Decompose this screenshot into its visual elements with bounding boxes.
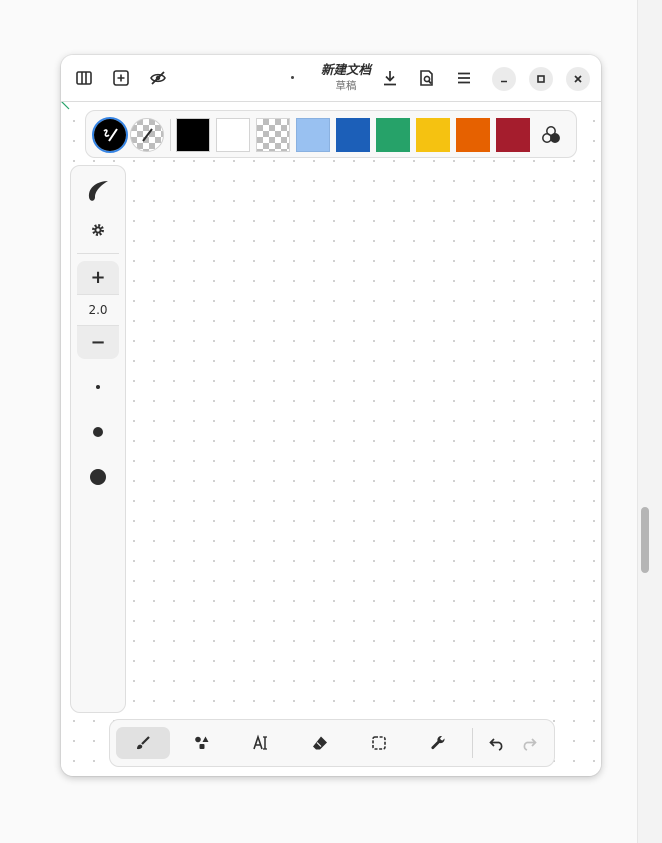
tool-bar	[109, 719, 555, 767]
menu-icon	[458, 72, 470, 84]
undo-icon	[489, 738, 503, 751]
color-swatch-blue[interactable]	[336, 118, 370, 152]
download-icon	[384, 71, 396, 86]
add-page-icon	[113, 70, 129, 86]
toggle-visibility-button[interactable]	[144, 64, 172, 92]
size-preset-small[interactable]	[84, 373, 112, 401]
color-swatch-green[interactable]	[376, 118, 410, 152]
toolbar-divider	[472, 728, 473, 758]
stroke-width-stepper: + 2.0 −	[77, 261, 119, 359]
tool-text[interactable]	[234, 727, 288, 759]
dot-medium-icon	[93, 427, 103, 437]
add-page-button[interactable]	[107, 64, 135, 92]
drawing-canvas[interactable]	[61, 102, 601, 776]
stroke-width-value[interactable]: 2.0	[77, 294, 119, 326]
tool-shapes[interactable]	[175, 727, 229, 759]
color-swatch-yellow[interactable]	[416, 118, 450, 152]
background-scrollbar-track	[637, 0, 662, 843]
text-icon	[253, 734, 267, 750]
undo-button[interactable]	[482, 727, 512, 759]
brush-icon	[137, 736, 150, 750]
pen-settings-button[interactable]	[84, 216, 112, 244]
size-preset-large[interactable]	[84, 463, 112, 491]
color-mixer-icon	[542, 126, 560, 143]
redo-icon	[523, 738, 537, 751]
minimize-button[interactable]	[492, 67, 516, 91]
color-palette	[85, 110, 577, 158]
color-swatch-light-blue[interactable]	[296, 118, 330, 152]
shapes-icon	[195, 736, 209, 749]
eraser-icon	[313, 736, 327, 750]
canvas-origin-mark	[61, 101, 70, 110]
color-swatch-orange[interactable]	[456, 118, 490, 152]
eye-off-icon	[150, 71, 166, 85]
stroke-color-button[interactable]	[94, 119, 126, 151]
color-mixer-button[interactable]	[540, 124, 562, 146]
document-search-icon	[420, 70, 433, 86]
pen-settings-panel: + 2.0 −	[70, 165, 126, 713]
fill-brush-icon	[142, 128, 153, 142]
selector-icon	[372, 736, 386, 750]
tool-eraser[interactable]	[293, 727, 347, 759]
close-button[interactable]	[566, 67, 590, 91]
tool-selector[interactable]	[352, 727, 406, 759]
color-swatch-transparent[interactable]	[256, 118, 290, 152]
pen-stroke-icon	[103, 128, 118, 142]
decrease-width-button[interactable]: −	[77, 326, 119, 359]
increase-width-button[interactable]: +	[77, 261, 119, 294]
size-preset-medium[interactable]	[84, 418, 112, 446]
fill-color-button[interactable]	[130, 118, 164, 152]
dot-small-icon	[96, 385, 100, 389]
export-button[interactable]	[376, 64, 404, 92]
palette-divider	[170, 119, 171, 151]
gear-icon	[92, 224, 104, 236]
brush-stroke-icon	[88, 181, 108, 201]
sidebar-toggle-button[interactable]	[70, 64, 98, 92]
tool-tools[interactable]	[411, 727, 465, 759]
color-swatch-black[interactable]	[176, 118, 210, 152]
background-scrollbar-thumb[interactable]	[641, 507, 649, 573]
header-bar: 新建文档 草稿	[61, 55, 601, 102]
maximize-icon	[537, 75, 545, 83]
document-search-button[interactable]	[413, 64, 441, 92]
color-swatch-red[interactable]	[496, 118, 530, 152]
minimize-icon	[501, 80, 507, 83]
close-icon	[574, 75, 582, 83]
panel-divider	[77, 253, 119, 254]
dot-large-icon	[90, 469, 106, 485]
sidebar-toggle-icon	[76, 71, 92, 85]
redo-button[interactable]	[514, 727, 544, 759]
wrench-icon	[431, 735, 445, 750]
maximize-button[interactable]	[529, 67, 553, 91]
pen-style-button[interactable]	[84, 177, 112, 205]
color-swatch-white[interactable]	[216, 118, 250, 152]
tool-brush[interactable]	[116, 727, 170, 759]
main-menu-button[interactable]	[450, 64, 478, 92]
app-window: 新建文档 草稿 + 2.0 −	[61, 55, 601, 776]
